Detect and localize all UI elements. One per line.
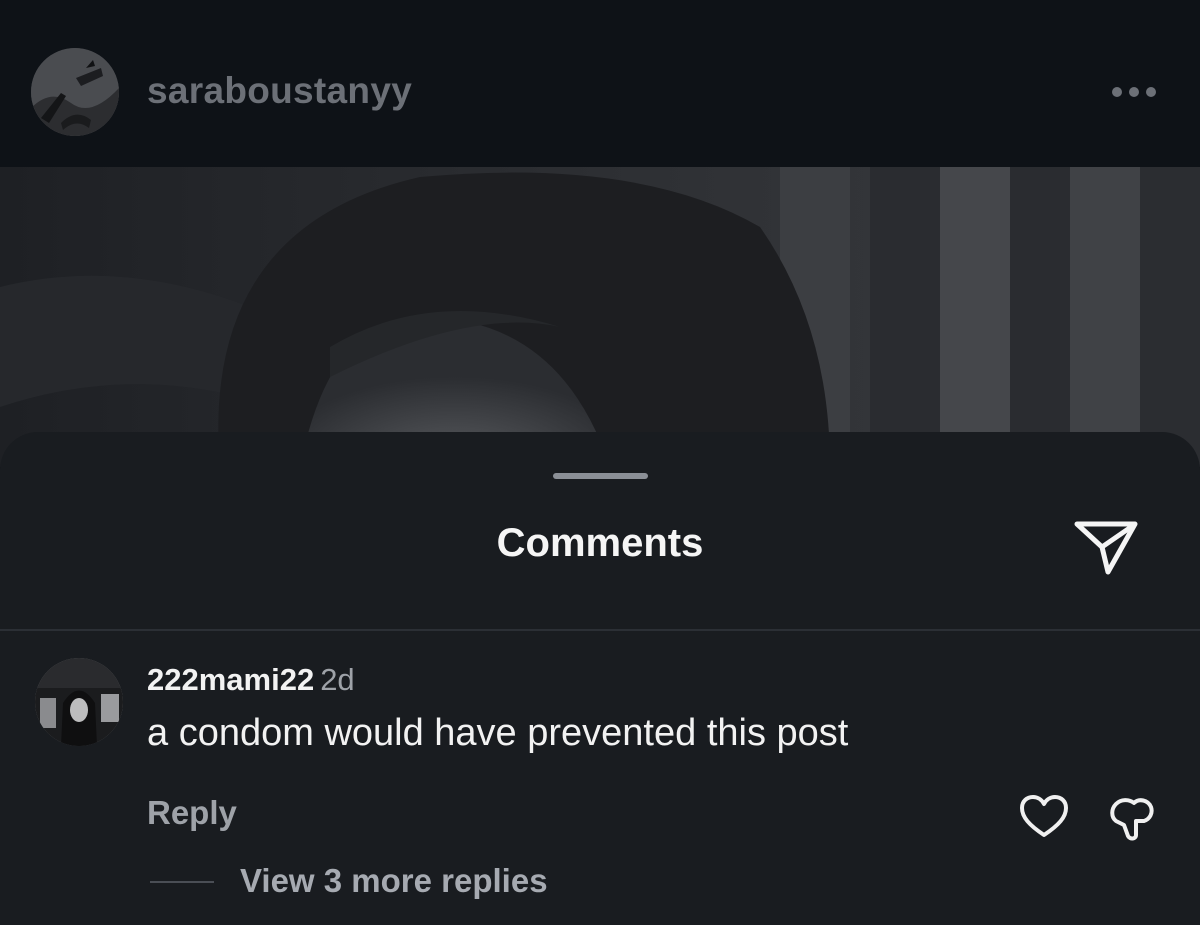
comments-sheet: Comments 222mami22 2d a condom would have… (0, 432, 1200, 925)
more-horizontal-icon[interactable] (1112, 82, 1164, 102)
dot (1146, 87, 1156, 97)
commenter-avatar[interactable] (35, 658, 123, 746)
heart-icon[interactable] (1019, 795, 1069, 839)
post-header: saraboustanyy (0, 0, 1200, 167)
send-icon[interactable] (1071, 516, 1141, 578)
replies-connector-line (150, 881, 214, 883)
comment-text: a condom would have prevented this post (147, 712, 849, 754)
comments-title: Comments (496, 521, 704, 565)
post-author-avatar[interactable] (31, 48, 119, 136)
divider (0, 629, 1200, 631)
reply-button[interactable]: Reply (147, 794, 237, 832)
view-more-replies-button[interactable]: View 3 more replies (240, 862, 548, 900)
post-author-username[interactable]: saraboustanyy (147, 70, 412, 112)
comment-timestamp: 2d (320, 662, 355, 697)
comment-header: 222mami22 2d (147, 662, 355, 698)
commenter-username[interactable]: 222mami22 (147, 662, 314, 697)
avatar-photo (31, 48, 119, 136)
post-photo-image (0, 167, 1200, 467)
post-photo (0, 167, 1200, 467)
commenter-avatar-photo (35, 658, 123, 746)
dislike-icon[interactable] (1108, 795, 1156, 843)
dot (1112, 87, 1122, 97)
drag-handle[interactable] (553, 473, 648, 479)
dot (1129, 87, 1139, 97)
